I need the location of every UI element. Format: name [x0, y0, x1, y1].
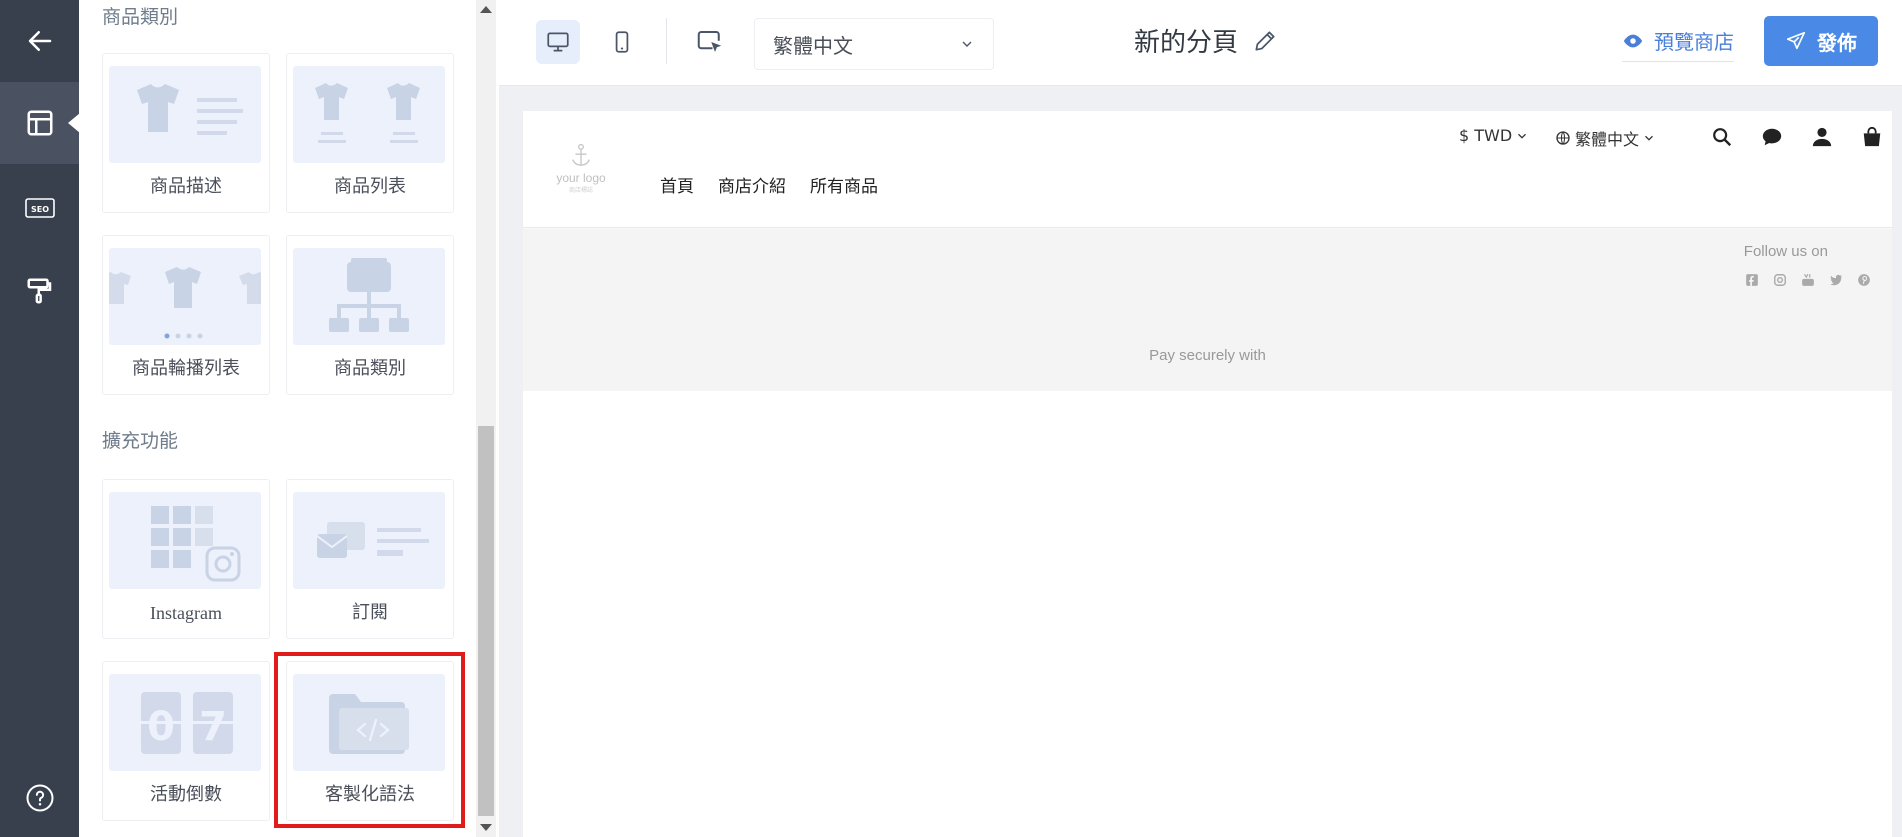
nav-about[interactable]: 商店介紹 — [718, 172, 786, 197]
youtube-icon[interactable] — [1799, 271, 1816, 288]
edit-pencil-icon[interactable] — [1252, 28, 1278, 54]
seo-tab[interactable]: SEO — [0, 167, 79, 249]
tile-product-carousel[interactable]: 商品輪播列表 — [102, 235, 270, 395]
preview-store-button[interactable]: 預覽商店 — [1622, 26, 1734, 62]
theme-tab[interactable] — [0, 250, 79, 332]
tile-countdown[interactable]: 0 7 活動倒數 — [102, 661, 270, 821]
tile-label: 活動倒數 — [150, 784, 222, 805]
scroll-down-arrow[interactable] — [480, 824, 492, 831]
mobile-view-button[interactable] — [600, 20, 644, 64]
page-preview-canvas[interactable]: your logo 商店標誌 首頁 商店介紹 所有商品 $ TWD 繁體中文 F… — [523, 111, 1892, 837]
mobile-icon — [615, 31, 629, 53]
back-button[interactable] — [0, 0, 79, 82]
anchor-icon — [572, 143, 590, 166]
help-button[interactable] — [0, 757, 79, 837]
tile-product-description[interactable]: 商品描述 — [102, 53, 270, 213]
tile-product-list[interactable]: 商品列表 — [286, 53, 454, 213]
site-nav: 首頁 商店介紹 所有商品 — [660, 172, 878, 197]
store-logo[interactable]: your logo 商店標誌 — [549, 143, 613, 195]
seo-icon: SEO — [24, 198, 55, 218]
scroll-thumb[interactable] — [478, 426, 494, 816]
site-language-selector[interactable]: 繁體中文 — [1555, 126, 1656, 150]
instagram-grid-icon — [109, 492, 261, 589]
section-title-extensions: 擴充功能 — [102, 430, 179, 452]
tile-label: 商品列表 — [334, 176, 406, 197]
chevron-down-icon — [1645, 135, 1653, 141]
paint-roller-icon — [27, 278, 51, 304]
send-icon — [1786, 31, 1806, 50]
widget-panel: 商品類別 商品描述 商品列表 商品輪播列表 商品類別 擴充功能 Instagra… — [79, 0, 499, 837]
chevron-down-icon — [1518, 133, 1527, 139]
preview-store-label: 預覽商店 — [1654, 30, 1734, 54]
user-icon[interactable] — [1797, 126, 1847, 148]
product-carousel-icon — [109, 248, 261, 345]
select-element-button[interactable] — [688, 20, 732, 64]
tile-label: 商品輪播列表 — [132, 358, 240, 379]
left-rail: SEO — [0, 0, 80, 837]
publish-button[interactable]: 發佈 — [1764, 16, 1878, 66]
site-language-label: 繁體中文 — [1575, 130, 1640, 149]
countdown-icon: 0 7 — [109, 674, 261, 771]
logo-text: your logo — [556, 171, 606, 185]
tile-label: 訂閱 — [352, 602, 388, 623]
publish-label: 發佈 — [1817, 30, 1857, 55]
logo-subtext: 商店標誌 — [568, 187, 593, 194]
page-title-group: 新的分頁 — [1134, 22, 1278, 59]
eye-icon — [1623, 34, 1643, 47]
currency-selector[interactable]: $ TWD — [1459, 126, 1529, 145]
language-select[interactable]: 繁體中文 — [754, 18, 994, 70]
svg-text:7: 7 — [199, 704, 227, 750]
globe-icon — [1556, 131, 1570, 145]
twitter-icon[interactable] — [1827, 271, 1844, 288]
desktop-icon — [547, 32, 569, 52]
selection-highlight — [274, 652, 465, 828]
pinterest-icon[interactable] — [1855, 271, 1872, 288]
panel-scrollbar[interactable] — [476, 0, 496, 837]
section-title-products: 商品類別 — [102, 6, 179, 28]
tile-instagram[interactable]: Instagram — [102, 479, 270, 639]
chat-icon[interactable] — [1747, 126, 1797, 148]
layout-icon — [27, 110, 52, 136]
social-links — [1743, 271, 1872, 288]
toolbar-divider — [666, 18, 667, 64]
tile-label: Instagram — [150, 603, 222, 623]
help-icon — [26, 784, 53, 812]
facebook-icon[interactable] — [1743, 271, 1760, 288]
nav-all-products[interactable]: 所有商品 — [810, 172, 878, 197]
tile-subscribe[interactable]: 訂閱 — [286, 479, 454, 639]
search-icon[interactable] — [1697, 126, 1747, 148]
product-category-icon — [293, 248, 445, 345]
follow-us-text: Follow us on — [1743, 243, 1828, 260]
tile-product-category[interactable]: 商品類別 — [286, 235, 454, 395]
site-header[interactable]: your logo 商店標誌 首頁 商店介紹 所有商品 $ TWD 繁體中文 — [523, 111, 1892, 228]
site-footer[interactable]: Follow us on Pay securely with — [523, 229, 1892, 391]
instagram-icon[interactable] — [1771, 271, 1788, 288]
nav-home[interactable]: 首頁 — [660, 172, 694, 197]
svg-text:0: 0 — [147, 704, 175, 750]
svg-text:SEO: SEO — [30, 205, 48, 214]
header-icons — [1697, 126, 1897, 148]
product-list-icon — [293, 66, 445, 163]
subscribe-icon — [293, 492, 445, 589]
language-select-value: 繁體中文 — [773, 33, 853, 58]
page-title: 新的分頁 — [1134, 28, 1239, 58]
cursor-select-icon — [697, 31, 722, 52]
product-description-icon — [109, 66, 261, 163]
currency-label: $ TWD — [1459, 126, 1513, 145]
desktop-view-button[interactable] — [536, 20, 580, 64]
layout-tab[interactable] — [0, 82, 80, 164]
scroll-up-arrow[interactable] — [480, 6, 492, 13]
tile-label: 商品描述 — [150, 176, 222, 197]
chevron-down-icon — [962, 41, 972, 47]
shopping-bag-icon[interactable] — [1847, 126, 1897, 148]
tile-label: 商品類別 — [334, 358, 406, 379]
back-arrow-icon — [28, 31, 51, 51]
pay-securely-text: Pay securely with — [1149, 347, 1266, 364]
